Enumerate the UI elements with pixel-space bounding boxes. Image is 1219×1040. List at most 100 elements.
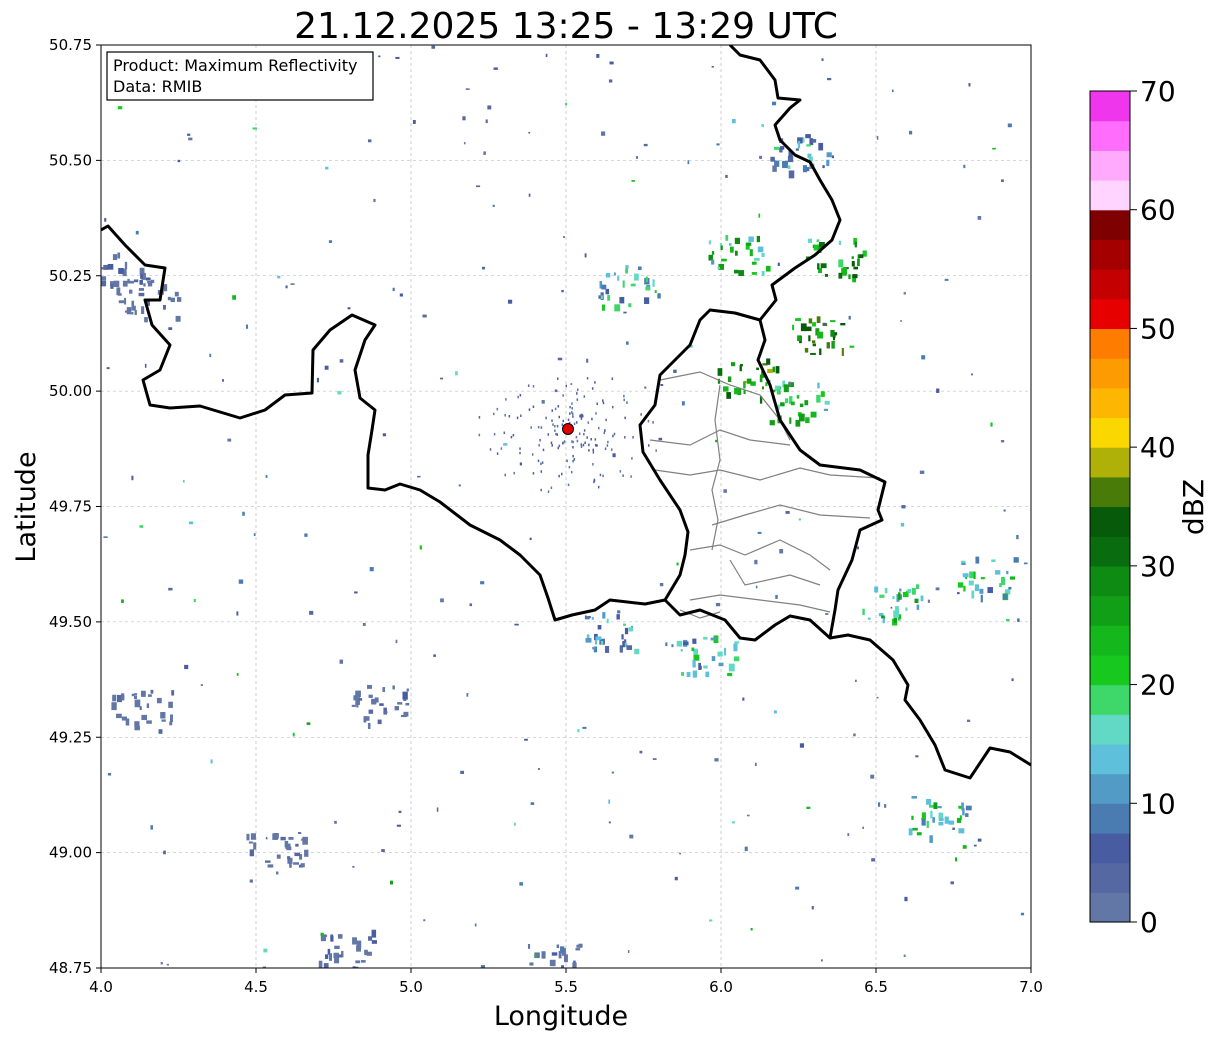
echo-pixel xyxy=(634,273,639,281)
echo-pixel xyxy=(390,880,393,885)
echo-pixel xyxy=(759,155,763,159)
colorbar-tick-label: 10 xyxy=(1140,787,1176,820)
echo-pixel xyxy=(874,586,879,593)
echo-pixel xyxy=(140,690,146,697)
echo-pixel xyxy=(595,412,597,415)
echo-pixel xyxy=(622,280,625,288)
echo-pixel xyxy=(1006,570,1009,575)
echo-pixel xyxy=(962,845,967,849)
echo-pixel xyxy=(973,844,977,847)
echo-pixel xyxy=(676,640,683,647)
echo-pixel xyxy=(862,608,865,616)
colorbar-segment xyxy=(1090,120,1130,151)
echo-pixel xyxy=(193,598,196,603)
echo-pixel xyxy=(916,584,920,589)
echo-pixel xyxy=(528,131,531,134)
echo-pixel xyxy=(811,139,817,143)
echo-pixel xyxy=(935,587,940,591)
echo-pixel xyxy=(628,303,632,308)
echo-pixel xyxy=(287,856,291,860)
echo-pixel xyxy=(395,639,398,644)
echo-pixel xyxy=(333,952,339,959)
echo-pixel xyxy=(160,962,163,965)
echo-pixel xyxy=(126,307,132,315)
echo-pixel xyxy=(974,584,980,592)
echo-pixel xyxy=(710,637,717,641)
echo-pixel xyxy=(513,471,515,475)
x-tick-label: 4.5 xyxy=(244,978,268,996)
echo-pixel xyxy=(569,405,571,409)
echo-pixel xyxy=(979,588,984,594)
echo-pixel xyxy=(139,280,143,285)
echo-pixel xyxy=(623,623,626,626)
echo-pixel xyxy=(556,377,559,380)
echo-pixel xyxy=(799,743,805,748)
echo-pixel xyxy=(143,283,146,287)
echo-pixel xyxy=(971,590,975,599)
echo-pixel xyxy=(285,285,288,289)
echo-pixel xyxy=(950,881,954,885)
echo-pixel xyxy=(611,377,614,380)
echo-pixel xyxy=(944,816,949,824)
echo-pixel xyxy=(709,919,713,922)
echo-pixel xyxy=(585,638,592,643)
echo-pixel xyxy=(352,937,357,945)
echo-pixel xyxy=(127,278,130,284)
echo-pixel xyxy=(728,663,735,672)
echo-pixel xyxy=(147,694,152,697)
echo-pixel xyxy=(751,261,757,265)
y-tick-label: 50.50 xyxy=(49,151,92,169)
echo-pixel xyxy=(562,419,564,423)
echo-pixel xyxy=(150,279,155,284)
echo-pixel xyxy=(692,660,696,668)
echo-pixel xyxy=(692,670,698,678)
echo-pixel xyxy=(567,418,570,422)
echo-pixel xyxy=(609,61,614,65)
echo-pixel xyxy=(478,416,481,419)
echo-pixel xyxy=(680,649,683,652)
echo-pixel xyxy=(398,810,402,814)
echo-pixel xyxy=(611,405,614,409)
echo-pixel xyxy=(957,582,964,588)
echo-pixel xyxy=(730,362,736,367)
echo-pixel xyxy=(578,432,581,435)
y-tick-label: 49.00 xyxy=(49,844,92,862)
echo-pixel xyxy=(968,580,974,586)
echo-pixel xyxy=(586,436,588,439)
echo-pixel xyxy=(1016,534,1019,540)
echo-pixel xyxy=(723,386,729,392)
echo-pixel xyxy=(131,300,135,308)
echo-pixel xyxy=(276,854,281,859)
echo-pixel xyxy=(851,261,855,267)
echo-pixel xyxy=(777,262,780,266)
echo-pixel xyxy=(995,570,1001,575)
echo-pixel xyxy=(963,585,966,592)
echo-pixel xyxy=(608,79,613,83)
colorbar-tick-label: 50 xyxy=(1140,312,1176,345)
echo-pixel xyxy=(419,545,422,550)
echo-pixel xyxy=(532,472,535,475)
echo-pixel xyxy=(586,377,589,380)
echo-pixel xyxy=(131,693,135,697)
echo-pixel xyxy=(135,230,139,235)
echo-pixel xyxy=(112,694,117,702)
echo-pixel xyxy=(554,429,556,432)
echo-pixel xyxy=(831,340,835,349)
info-data-source: Data: RMIB xyxy=(113,77,202,96)
echo-pixel xyxy=(715,439,718,443)
echo-pixel xyxy=(358,698,363,701)
echo-pixel xyxy=(990,422,993,427)
echo-pixel xyxy=(604,447,607,451)
echo-pixel xyxy=(566,459,568,463)
echo-pixel xyxy=(751,272,757,275)
echo-pixel xyxy=(122,280,128,287)
echo-pixel xyxy=(118,300,125,304)
echo-pixel xyxy=(594,640,598,645)
echo-pixel xyxy=(877,802,881,807)
echo-pixel xyxy=(277,275,281,279)
echo-pixel xyxy=(579,414,584,418)
map-plot-area: Product: Maximum Reflectivity Data: RMIB xyxy=(100,44,1032,969)
echo-pixel xyxy=(534,955,537,957)
echo-pixel xyxy=(232,295,237,300)
echo-pixel xyxy=(493,432,496,436)
